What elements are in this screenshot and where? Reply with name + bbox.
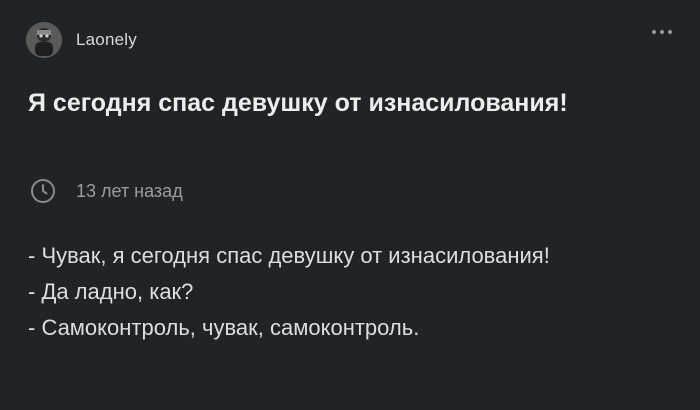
post-body-line: - Чувак, я сегодня спас девушку от изнас…: [28, 243, 550, 268]
post-body-line: - Да ладно, как?: [28, 279, 194, 304]
avatar-image: [26, 22, 62, 58]
post-body: - Чувак, я сегодня спас девушку от изнас…: [28, 238, 668, 346]
post-timestamp: 13 лет назад: [76, 180, 183, 201]
post-card: Laonely Я сегодня спас девушку от изнаси…: [0, 0, 700, 410]
post-body-line: - Самоконтроль, чувак, самоконтроль.: [28, 315, 420, 340]
post-title[interactable]: Я сегодня спас девушку от изнасилования!: [28, 84, 588, 122]
post-meta: 13 лет назад: [30, 178, 183, 204]
clock-icon: [31, 179, 55, 203]
more-options-button[interactable]: [652, 30, 672, 34]
avatar[interactable]: [26, 22, 62, 58]
more-horizontal-icon: [652, 30, 656, 34]
author-name[interactable]: Laonely: [76, 30, 137, 50]
post-header: Laonely: [26, 22, 137, 58]
